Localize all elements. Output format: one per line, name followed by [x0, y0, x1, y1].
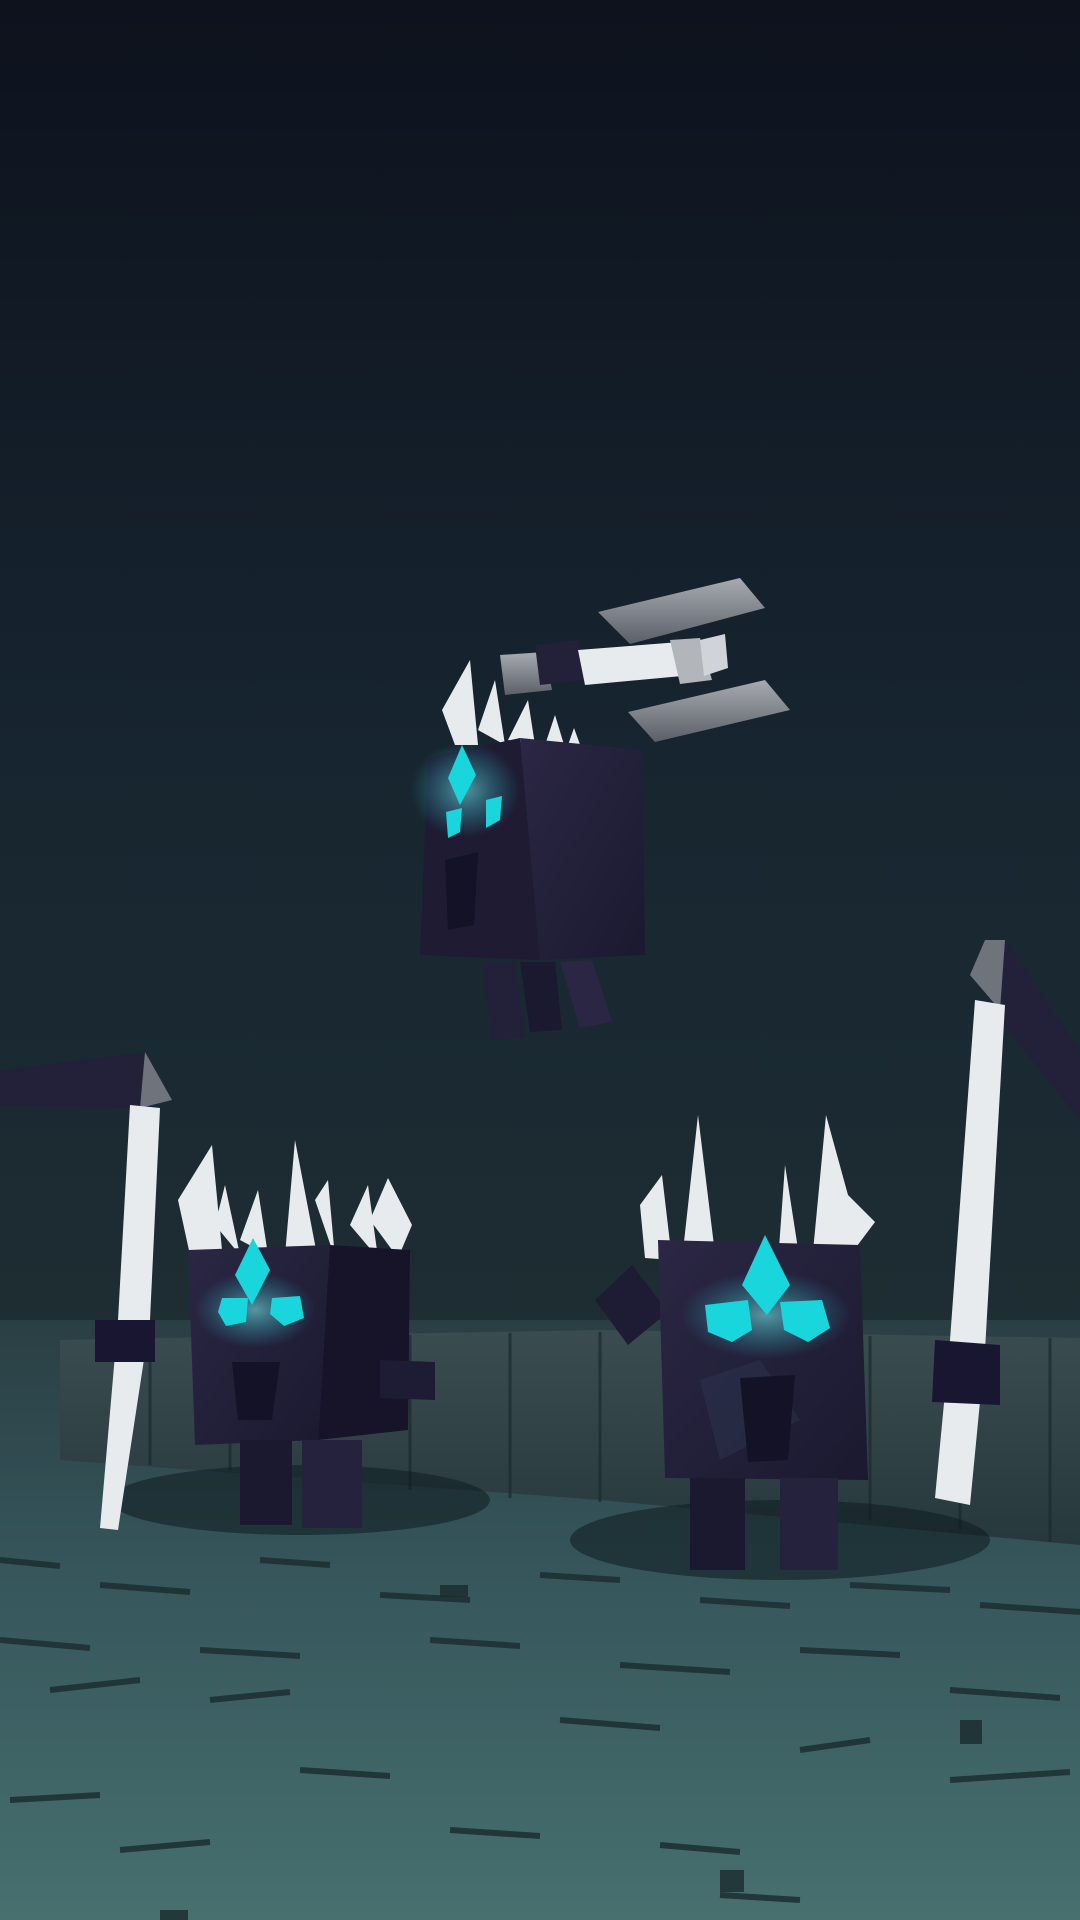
stone-floor: [0, 1320, 1080, 1920]
dark-golem-scene: [0, 0, 1080, 1920]
